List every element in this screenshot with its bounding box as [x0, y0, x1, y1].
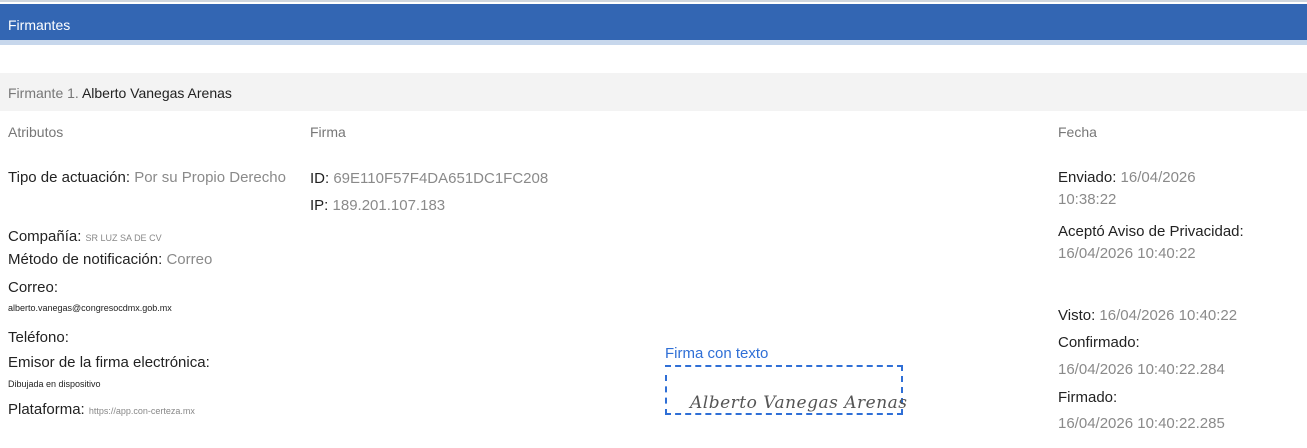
signature-id-row: ID: 69E110F57F4DA651DC1FC208 [310, 169, 548, 189]
tipo-actuacion-label: Tipo de actuación: [8, 169, 131, 186]
signature-ip-row: IP: 189.201.107.183 [310, 196, 445, 216]
visto-value: 16/04/2026 10:40:22 [1099, 307, 1238, 324]
handwritten-signature: Alberto Vanegas Arenas [690, 393, 908, 413]
emisor-value: Dibujada en dispositivo [8, 379, 101, 389]
metodo-notificacion-value: Correo [166, 251, 213, 268]
signer-heading: Firmante 1. Alberto Vanegas Arenas [8, 85, 232, 101]
emisor-label: Emisor de la firma electrónica: [8, 354, 210, 371]
top-divider [0, 0, 1307, 2]
metodo-notificacion-label: Método de notificación: [8, 251, 163, 268]
visto-label: Visto: [1058, 307, 1096, 324]
plataforma-value: https://app.con-certeza.mx [88, 406, 195, 416]
correo-label: Correo: [8, 279, 59, 296]
acepto-aviso-value: 16/04/2026 10:40:22 [1058, 244, 1196, 262]
signature-id-label: ID: [310, 170, 330, 187]
signature-id-value: 69E110F57F4DA651DC1FC208 [333, 170, 549, 187]
telefono-label: Teléfono: [8, 329, 69, 346]
plataforma-row: Plataforma: https://app.con-certeza.mx [8, 400, 195, 421]
section-header: Firmantes [0, 4, 1307, 45]
compania-label: Compañía: [8, 228, 82, 245]
signature-ip-value: 189.201.107.183 [332, 197, 446, 214]
enviado-label: Enviado: [1058, 169, 1117, 186]
compania-row: Compañía: SR LUZ SA DE CV [8, 227, 162, 248]
confirmado-label: Confirmado: [1058, 334, 1140, 351]
signer-number: Firmante 1. [8, 85, 79, 101]
confirmado-value: 16/04/2026 10:40:22.284 [1058, 361, 1225, 378]
signature-box-left-edge [665, 375, 667, 415]
signer-name: Alberto Vanegas Arenas [81, 85, 232, 101]
enviado-row: Enviado: 16/04/2026 10:38:22 [1058, 167, 1248, 210]
date-column-header: Fecha [1058, 124, 1097, 140]
compania-value: SR LUZ SA DE CV [85, 233, 162, 243]
section-title: Firmantes [8, 17, 71, 33]
tipo-actuacion-value: Por su Propio Derecho [134, 169, 286, 186]
acepto-aviso-row: Aceptó Aviso de Privacidad: 16/04/2026 1… [1058, 221, 1273, 264]
attributes-column-header: Atributos [8, 124, 64, 140]
visto-row: Visto: 16/04/2026 10:40:22 [1058, 306, 1237, 326]
tipo-actuacion-row: Tipo de actuación: Por su Propio Derecho [8, 167, 288, 189]
signer-header: Firmante 1. Alberto Vanegas Arenas [0, 73, 1307, 111]
firmado-value: 16/04/2026 10:40:22.285 [1058, 415, 1225, 432]
metodo-notificacion-row: Método de notificación: Correo [8, 250, 212, 270]
firmado-label: Firmado: [1058, 389, 1118, 406]
signature-column-header: Firma [310, 124, 346, 140]
plataforma-label: Plataforma: [8, 401, 85, 418]
signature-box-label: Firma con texto [665, 345, 769, 362]
correo-value: alberto.vanegas@congresocdmx.gob.mx [8, 303, 172, 313]
signature-ip-label: IP: [310, 197, 329, 214]
acepto-aviso-label: Aceptó Aviso de Privacidad: [1058, 223, 1244, 240]
